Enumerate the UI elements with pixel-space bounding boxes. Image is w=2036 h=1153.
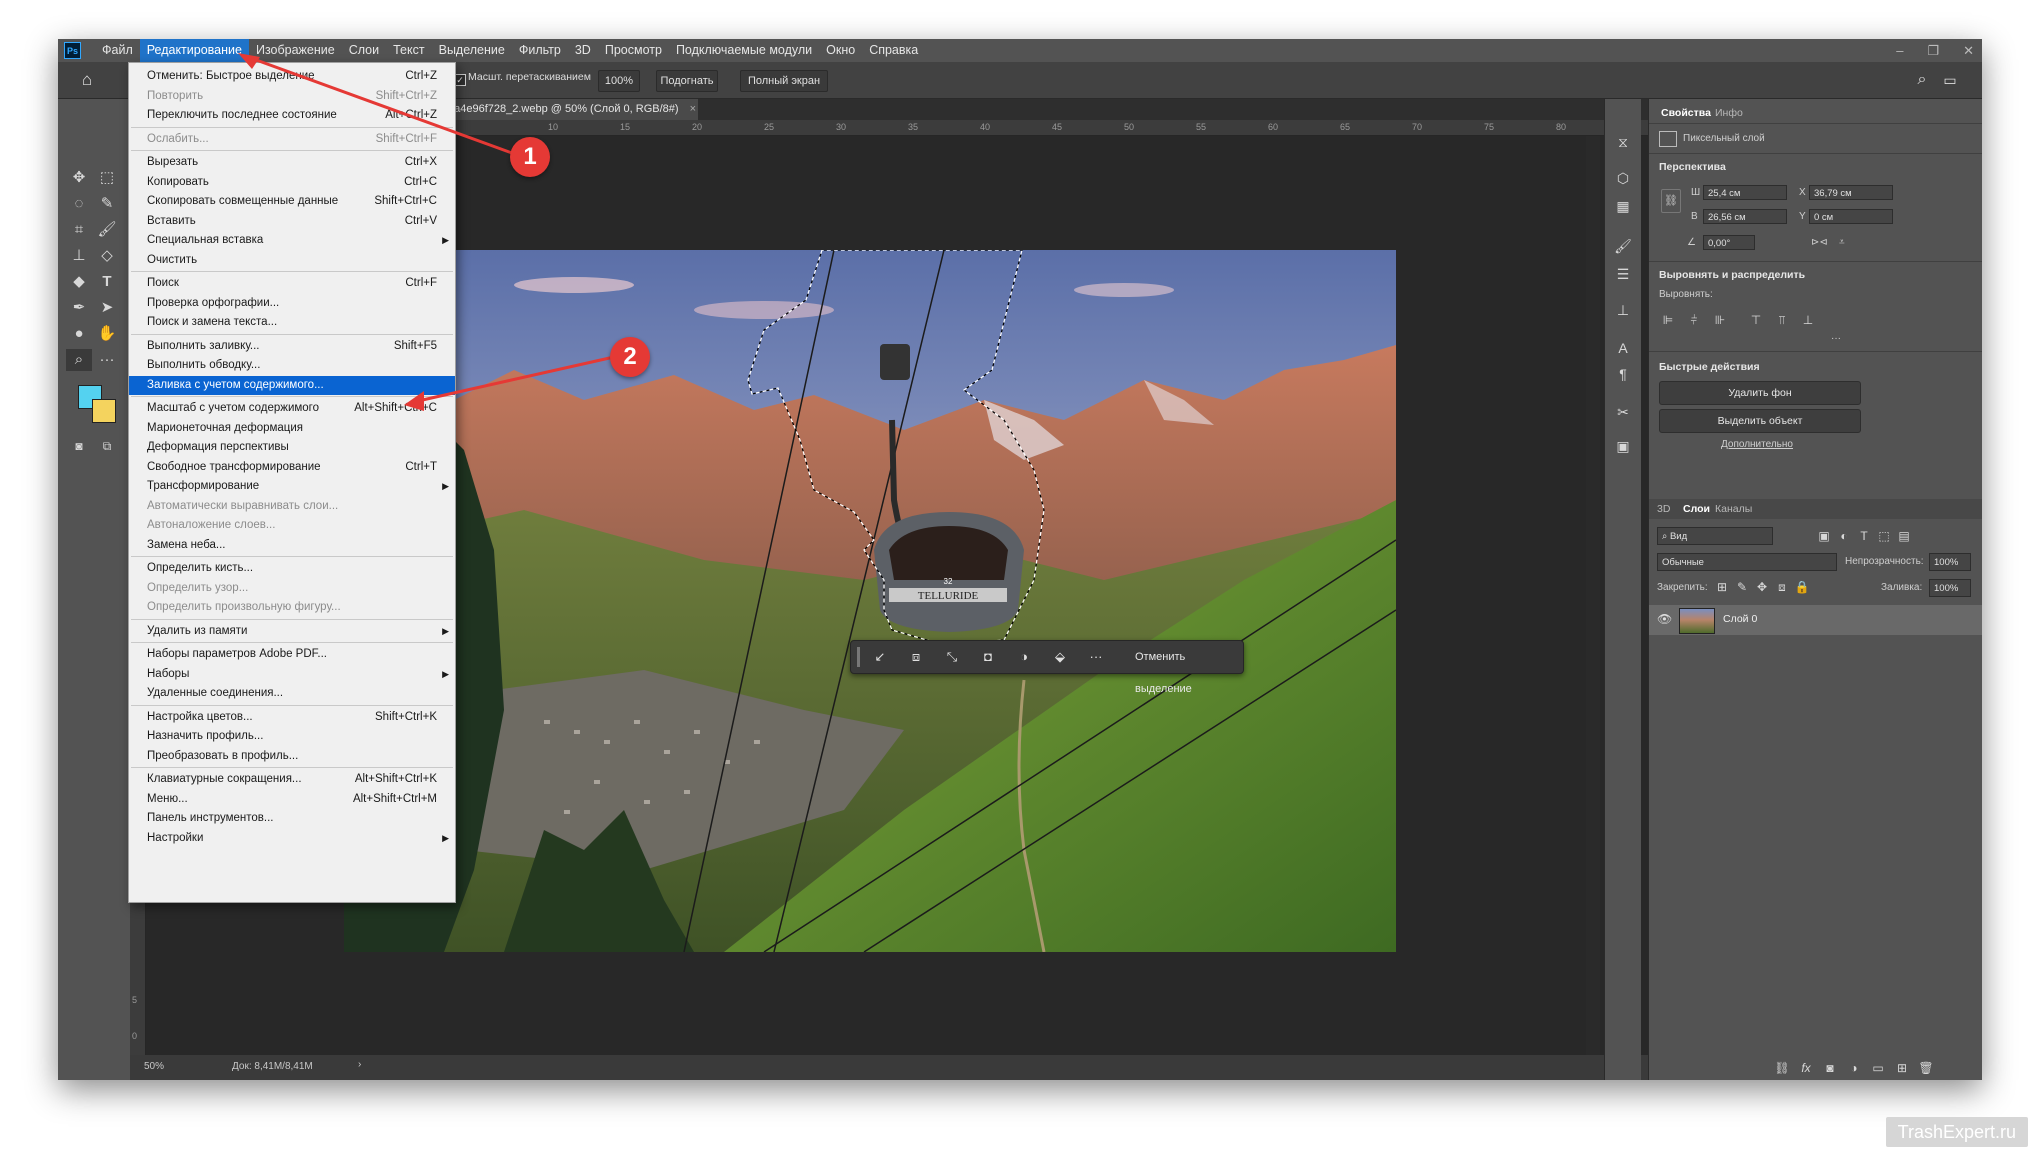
watermark: TrashExpert.ru xyxy=(1885,1117,2028,1147)
annotation-marker-2: 2 xyxy=(610,337,650,377)
annotation-marker-1: 1 xyxy=(510,137,550,177)
annotation-overlay xyxy=(238,53,615,411)
photoshop-window: Ps Файл Редактирование Изображение Слои … xyxy=(58,39,1982,1080)
